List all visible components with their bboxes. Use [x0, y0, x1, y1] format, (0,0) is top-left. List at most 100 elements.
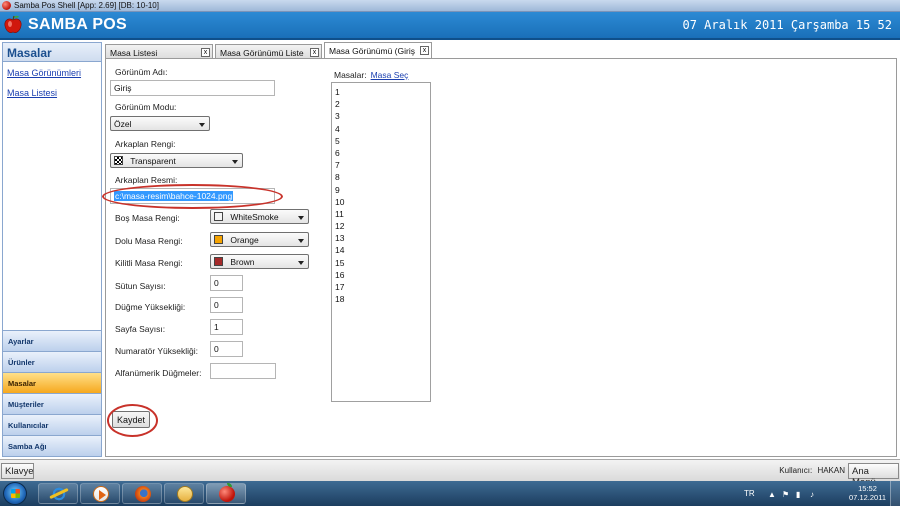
apple-logo-icon	[4, 15, 22, 33]
media-player-icon	[93, 486, 109, 502]
tables-list[interactable]: 1 2 3 4 5 6 7 8 9 10 11 12 13 14 15 16 17 18	[331, 82, 431, 402]
nav-item-customers[interactable]: Müşteriler	[3, 393, 101, 414]
table-list-item[interactable]: 13	[335, 232, 427, 244]
taskbar-internet-explorer[interactable]	[38, 483, 78, 504]
view-name-label: Görünüm Adı:	[115, 67, 168, 77]
page-count-input[interactable]: 1	[210, 319, 243, 335]
view-name-input[interactable]: Giriş	[110, 80, 275, 96]
tables-label: Masalar:	[334, 70, 367, 80]
bg-color-value: Transparent	[130, 156, 176, 166]
keyboard-button[interactable]: Klavye	[1, 463, 34, 479]
locked-color-value: Brown	[230, 257, 255, 267]
sidebar-link-table-views[interactable]: Masa Görünümleri	[7, 68, 97, 78]
nav-item-products[interactable]: Ürünler	[3, 351, 101, 372]
table-list-item[interactable]: 5	[335, 135, 427, 147]
chevron-down-icon	[298, 216, 304, 220]
windows-taskbar: TR ▲ ⚑ ▮ ♪ 15:52 07.12.2011	[0, 481, 900, 506]
user-label: Kullanıcı:	[779, 466, 813, 475]
table-view-form-panel: Görünüm Adı: Giriş Görünüm Modu: Özel Ar…	[102, 58, 897, 457]
table-list-item[interactable]: 11	[335, 208, 427, 220]
main-menu-button[interactable]: Ana Menü	[848, 463, 899, 488]
table-list-item[interactable]: 7	[335, 159, 427, 171]
table-list-item[interactable]: 4	[335, 123, 427, 135]
table-list-item[interactable]: 8	[335, 171, 427, 183]
table-list-item[interactable]: 15	[335, 257, 427, 269]
sidebar-link-table-list[interactable]: Masa Listesi	[7, 88, 97, 98]
sidebar-title: Masalar	[3, 43, 101, 62]
tab-table-view-giris[interactable]: Masa Görünümü (Giriş x	[324, 42, 432, 59]
save-button[interactable]: Kaydet	[112, 411, 150, 428]
bg-color-select[interactable]: Transparent	[110, 153, 243, 168]
view-mode-value: Özel	[114, 119, 132, 129]
column-count-label: Sütun Sayısı:	[115, 281, 166, 291]
status-bar: Klavye Kullanıcı: HAKAN Ana Menü	[0, 459, 900, 488]
table-list-item[interactable]: 17	[335, 281, 427, 293]
locked-color-select[interactable]: Brown	[210, 254, 309, 269]
table-list-item[interactable]: 10	[335, 196, 427, 208]
bg-image-input[interactable]: c:\masa-resim\bahce-1024.png	[110, 188, 275, 204]
close-icon[interactable]: x	[201, 48, 210, 57]
view-mode-label: Görünüm Modu:	[115, 102, 177, 112]
column-count-input[interactable]: 0	[210, 275, 243, 291]
tab-label: Masa Görünümü (Giriş	[329, 46, 415, 56]
app-header: SAMBA POS 07 Aralık 2011 Çarşamba 15 52	[0, 12, 900, 40]
bg-color-label: Arkaplan Rengi:	[115, 139, 176, 149]
taskbar-firefox[interactable]	[122, 483, 162, 504]
table-list-item[interactable]: 1	[335, 86, 427, 98]
clock-time: 15:52	[858, 484, 877, 493]
button-height-input[interactable]: 0	[210, 297, 243, 313]
numerator-height-label: Numaratör Yüksekliği:	[115, 346, 198, 356]
current-user: Kullanıcı: HAKAN	[779, 466, 845, 475]
table-list-item[interactable]: 9	[335, 184, 427, 196]
full-color-value: Orange	[230, 235, 259, 245]
language-indicator[interactable]: TR	[744, 489, 755, 498]
network-icon[interactable]: ▮	[796, 490, 800, 499]
tables-header: Masalar: Masa Seç	[334, 70, 408, 80]
close-icon[interactable]: x	[310, 48, 319, 57]
user-name: HAKAN	[817, 466, 845, 475]
close-icon[interactable]: x	[420, 46, 429, 55]
view-mode-select[interactable]: Özel	[110, 116, 210, 131]
table-list-item[interactable]: 12	[335, 220, 427, 232]
table-list-item[interactable]: 6	[335, 147, 427, 159]
empty-color-label: Boş Masa Rengi:	[115, 213, 180, 223]
full-color-select[interactable]: Orange	[210, 232, 309, 247]
table-list-item[interactable]: 14	[335, 244, 427, 256]
tab-table-list[interactable]: Masa Listesi x	[105, 44, 213, 59]
nav-item-tables[interactable]: Masalar	[3, 372, 101, 393]
tab-table-view-list[interactable]: Masa Görünümü Liste x	[215, 44, 322, 59]
empty-color-select[interactable]: WhiteSmoke	[210, 209, 309, 224]
taskbar-samba-pos[interactable]	[206, 483, 246, 504]
show-desktop-button[interactable]	[890, 481, 900, 506]
volume-icon[interactable]: ♪	[810, 490, 814, 499]
numerator-height-input[interactable]: 0	[210, 341, 243, 357]
tab-strip: Masa Listesi x Masa Görünümü Liste x Mas…	[105, 42, 900, 59]
start-button-icon[interactable]	[3, 482, 27, 505]
clock-date: 07.12.2011	[849, 493, 886, 502]
chevron-down-icon	[298, 261, 304, 265]
taskbar-media-player[interactable]	[80, 483, 120, 504]
tab-label: Masa Listesi	[110, 48, 158, 58]
table-list-item[interactable]: 18	[335, 293, 427, 305]
nav-item-settings[interactable]: Ayarlar	[3, 330, 101, 351]
color-swatch-icon	[214, 257, 223, 266]
color-swatch-icon	[214, 235, 223, 244]
chevron-up-icon[interactable]: ▲	[768, 490, 776, 499]
table-list-item[interactable]: 16	[335, 269, 427, 281]
flag-icon[interactable]: ⚑	[782, 490, 789, 499]
bg-image-label: Arkaplan Resmi:	[115, 175, 178, 185]
alnum-buttons-input[interactable]	[210, 363, 276, 379]
alnum-buttons-label: Alfanümerik Düğmeler:	[115, 368, 202, 378]
sidebar: Masalar Masa Görünümleri Masa Listesi Ay…	[2, 42, 102, 457]
taskbar-explorer[interactable]	[164, 483, 204, 504]
select-tables-link[interactable]: Masa Seç	[371, 70, 409, 80]
tray-clock[interactable]: 15:52 07.12.2011	[849, 484, 886, 502]
chevron-down-icon	[232, 160, 238, 164]
color-swatch-icon	[214, 212, 223, 221]
nav-item-users[interactable]: Kullanıcılar	[3, 414, 101, 435]
nav-item-samba-network[interactable]: Samba Ağı	[3, 435, 101, 456]
samba-pos-app-icon	[2, 1, 11, 10]
bg-image-value: c:\masa-resim\bahce-1024.png	[114, 191, 234, 201]
table-list-item[interactable]: 3	[335, 110, 427, 122]
table-list-item[interactable]: 2	[335, 98, 427, 110]
